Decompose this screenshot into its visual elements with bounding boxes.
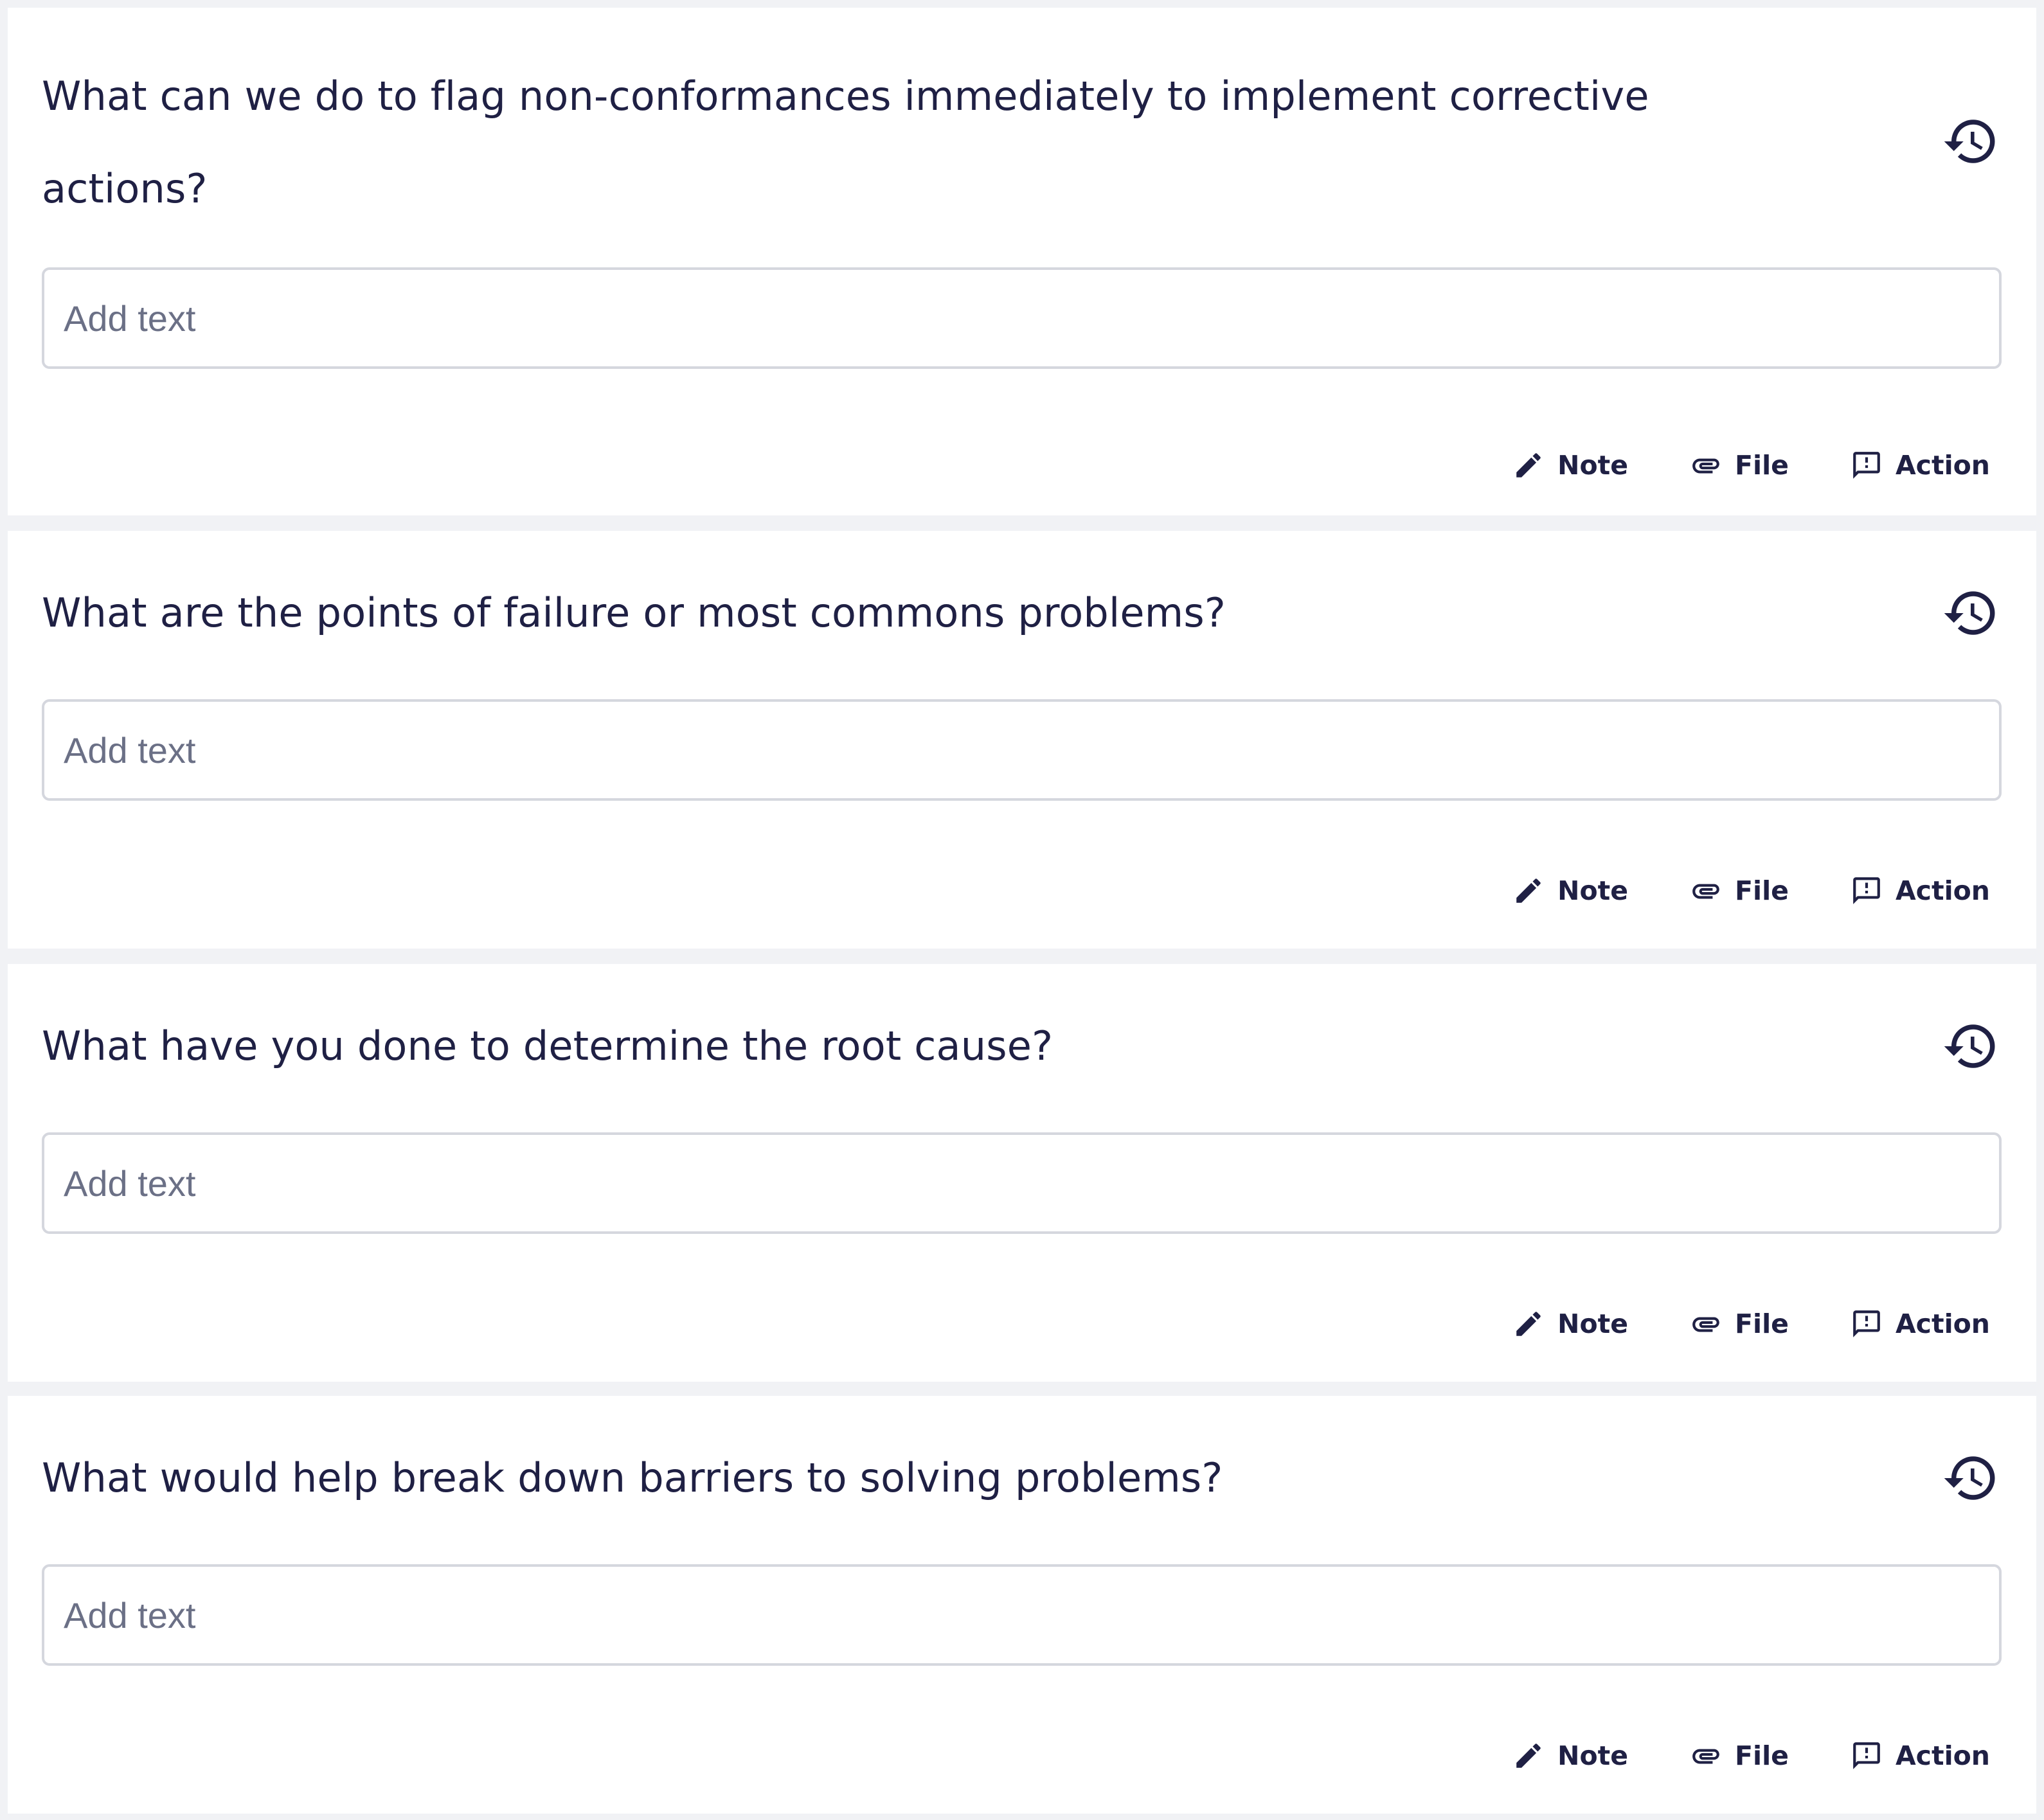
pencil-icon	[1516, 1744, 1541, 1768]
question-actions: Note File Action	[1512, 865, 1990, 916]
action-button[interactable]: Action	[1851, 449, 1990, 481]
pencil-icon	[1516, 879, 1541, 903]
note-label: Note	[1557, 875, 1629, 906]
history-button[interactable]	[1940, 1015, 2002, 1077]
question-actions: Note File Action	[1512, 1298, 1990, 1350]
inspection-question-list: What can we do to flag non-conformances …	[0, 0, 2044, 1820]
question-actions: Note File Action	[1512, 440, 1990, 491]
action-label: Action	[1895, 875, 1990, 906]
file-button[interactable]: File	[1690, 875, 1789, 907]
question-card: What can we do to flag non-conformances …	[8, 8, 2036, 515]
file-label: File	[1735, 450, 1789, 481]
answer-input[interactable]	[42, 1564, 2002, 1666]
action-icon	[1853, 1742, 1880, 1769]
action-label: Action	[1895, 1308, 1990, 1339]
file-label: File	[1735, 1740, 1789, 1771]
file-label: File	[1735, 875, 1789, 906]
question-text: What are the points of failure or most c…	[42, 589, 1226, 636]
question-actions: Note File Action	[1512, 1730, 1990, 1781]
history-icon	[1944, 1456, 1995, 1500]
paperclip-icon	[1692, 1749, 1719, 1764]
question-text: What have you done to determine the root…	[42, 1022, 1053, 1069]
action-icon	[1853, 1310, 1880, 1337]
note-button[interactable]: Note	[1512, 1740, 1628, 1772]
question-card: What have you done to determine the root…	[8, 964, 2036, 1382]
action-button[interactable]: Action	[1851, 1740, 1990, 1772]
answer-input[interactable]	[42, 267, 2002, 369]
answer-input[interactable]	[42, 1132, 2002, 1234]
pencil-icon	[1516, 453, 1541, 477]
question-card: What are the points of failure or most c…	[8, 531, 2036, 949]
history-button[interactable]	[1940, 1447, 2002, 1509]
action-icon	[1853, 452, 1880, 479]
question-text: What would help break down barriers to s…	[42, 1454, 1223, 1501]
file-button[interactable]: File	[1690, 449, 1789, 481]
note-button[interactable]: Note	[1512, 449, 1628, 481]
note-label: Note	[1557, 450, 1629, 481]
question-text: What can we do to flag non-conformances …	[42, 73, 1649, 212]
history-button[interactable]	[1940, 111, 2002, 172]
question-card: What would help break down barriers to s…	[8, 1396, 2036, 1814]
paperclip-icon	[1692, 884, 1719, 899]
action-icon	[1853, 877, 1880, 904]
file-button[interactable]: File	[1690, 1308, 1789, 1340]
history-icon	[1944, 1024, 1995, 1068]
history-icon	[1944, 591, 1995, 635]
answer-input[interactable]	[42, 699, 2002, 801]
action-button[interactable]: Action	[1851, 1308, 1990, 1340]
file-button[interactable]: File	[1690, 1740, 1789, 1772]
note-button[interactable]: Note	[1512, 1308, 1628, 1340]
paperclip-icon	[1692, 458, 1719, 474]
history-button[interactable]	[1940, 582, 2002, 644]
action-label: Action	[1895, 450, 1990, 481]
note-label: Note	[1557, 1740, 1629, 1771]
note-button[interactable]: Note	[1512, 875, 1628, 907]
action-button[interactable]: Action	[1851, 875, 1990, 907]
pencil-icon	[1516, 1312, 1541, 1336]
file-label: File	[1735, 1308, 1789, 1339]
paperclip-icon	[1692, 1317, 1719, 1332]
note-label: Note	[1557, 1308, 1629, 1339]
history-icon	[1944, 120, 1995, 163]
action-label: Action	[1895, 1740, 1990, 1771]
